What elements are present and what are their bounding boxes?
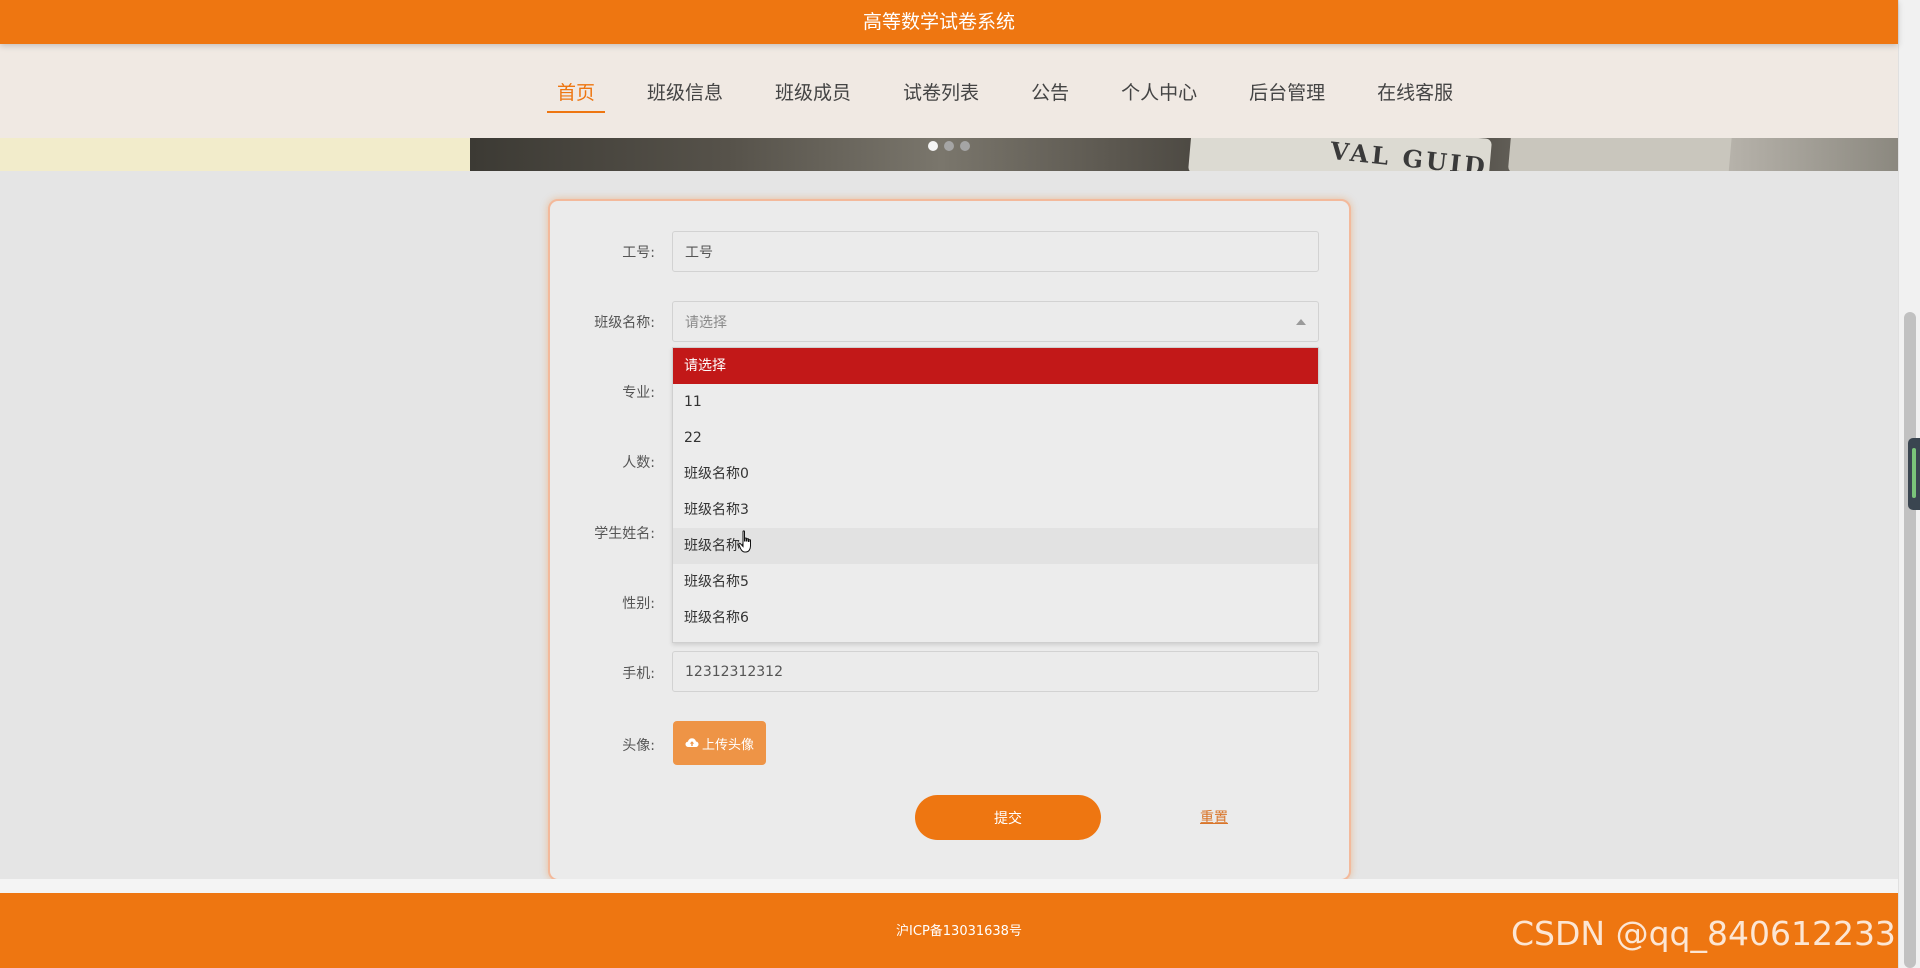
- student-name-label: 学生姓名:: [594, 526, 655, 542]
- hand-pointer-icon: [738, 530, 751, 553]
- class-name-dropdown: 请选择 11 22 班级名称0 班级名称3 班级名称4 班级名称5 班级名称6: [672, 347, 1319, 643]
- carousel-dot[interactable]: [928, 141, 938, 151]
- banner-book-shape: [1507, 138, 1733, 171]
- nav-item-admin[interactable]: 后台管理: [1239, 78, 1335, 111]
- reset-link[interactable]: 重置: [1200, 807, 1228, 827]
- nav-item-announcements[interactable]: 公告: [1021, 78, 1079, 111]
- major-label: 专业:: [622, 385, 655, 401]
- phone-value: 12312312312: [685, 663, 783, 680]
- side-widget-indicator: [1912, 448, 1916, 498]
- employee-id-field[interactable]: 工号: [672, 231, 1319, 272]
- page: 高等数学试卷系统 首页 班级信息 班级成员 试卷列表 公告 个人中心 后台管理 …: [0, 0, 1920, 968]
- top-bar: 高等数学试卷系统: [0, 0, 1898, 44]
- dropdown-option[interactable]: 班级名称5: [673, 564, 1318, 600]
- employee-id-label: 工号:: [622, 245, 655, 261]
- dropdown-option[interactable]: 班级名称4: [673, 528, 1318, 564]
- employee-id-value: 工号: [685, 244, 713, 261]
- dropdown-option[interactable]: 班级名称6: [673, 600, 1318, 636]
- phone-field[interactable]: 12312312312: [672, 651, 1319, 692]
- side-floating-widget[interactable]: [1908, 438, 1920, 510]
- nav-bar: 首页 班级信息 班级成员 试卷列表 公告 个人中心 后台管理 在线客服: [0, 44, 1898, 138]
- class-name-label: 班级名称:: [594, 315, 655, 331]
- dropdown-option[interactable]: 班级名称3: [673, 492, 1318, 528]
- carousel-dot[interactable]: [960, 141, 970, 151]
- caret-up-icon: [1296, 319, 1306, 325]
- nav-item-online-service[interactable]: 在线客服: [1367, 78, 1463, 111]
- phone-label: 手机:: [622, 666, 655, 682]
- dropdown-option[interactable]: 请选择: [673, 348, 1318, 384]
- gender-label: 性别:: [622, 596, 655, 612]
- class-name-placeholder: 请选择: [685, 314, 727, 331]
- dropdown-option[interactable]: 22: [673, 420, 1318, 456]
- cloud-upload-icon: [685, 738, 699, 747]
- scrollbar-thumb[interactable]: [1904, 312, 1916, 968]
- banner-side-panel: [0, 138, 470, 171]
- carousel-dot[interactable]: [944, 141, 954, 151]
- nav-item-class-members[interactable]: 班级成员: [765, 78, 861, 111]
- submit-label: 提交: [994, 810, 1022, 827]
- nav-item-personal-center[interactable]: 个人中心: [1111, 78, 1207, 111]
- class-name-select[interactable]: 请选择: [672, 301, 1319, 342]
- nav-item-class-info[interactable]: 班级信息: [637, 78, 733, 111]
- avatar-label: 头像:: [622, 738, 655, 754]
- footer-divider: [0, 879, 1898, 893]
- banner-image[interactable]: VAL GUID: [470, 138, 1898, 171]
- upload-avatar-button[interactable]: 上传头像: [673, 721, 766, 765]
- site-title: 高等数学试卷系统: [862, 11, 1015, 33]
- dropdown-option[interactable]: 班级名称0: [673, 456, 1318, 492]
- nav-item-home[interactable]: 首页: [547, 78, 606, 113]
- submit-button[interactable]: 提交: [915, 795, 1101, 840]
- nav-item-exam-list[interactable]: 试卷列表: [893, 78, 989, 111]
- dropdown-option[interactable]: 11: [673, 384, 1318, 420]
- csdn-watermark: CSDN @qq_840612233: [1511, 914, 1896, 953]
- headcount-label: 人数:: [622, 455, 655, 471]
- nav-menu: 首页 班级信息 班级成员 试卷列表 公告 个人中心 后台管理 在线客服: [547, 78, 1495, 113]
- carousel-dots: [928, 141, 970, 151]
- upload-avatar-label: 上传头像: [701, 737, 754, 753]
